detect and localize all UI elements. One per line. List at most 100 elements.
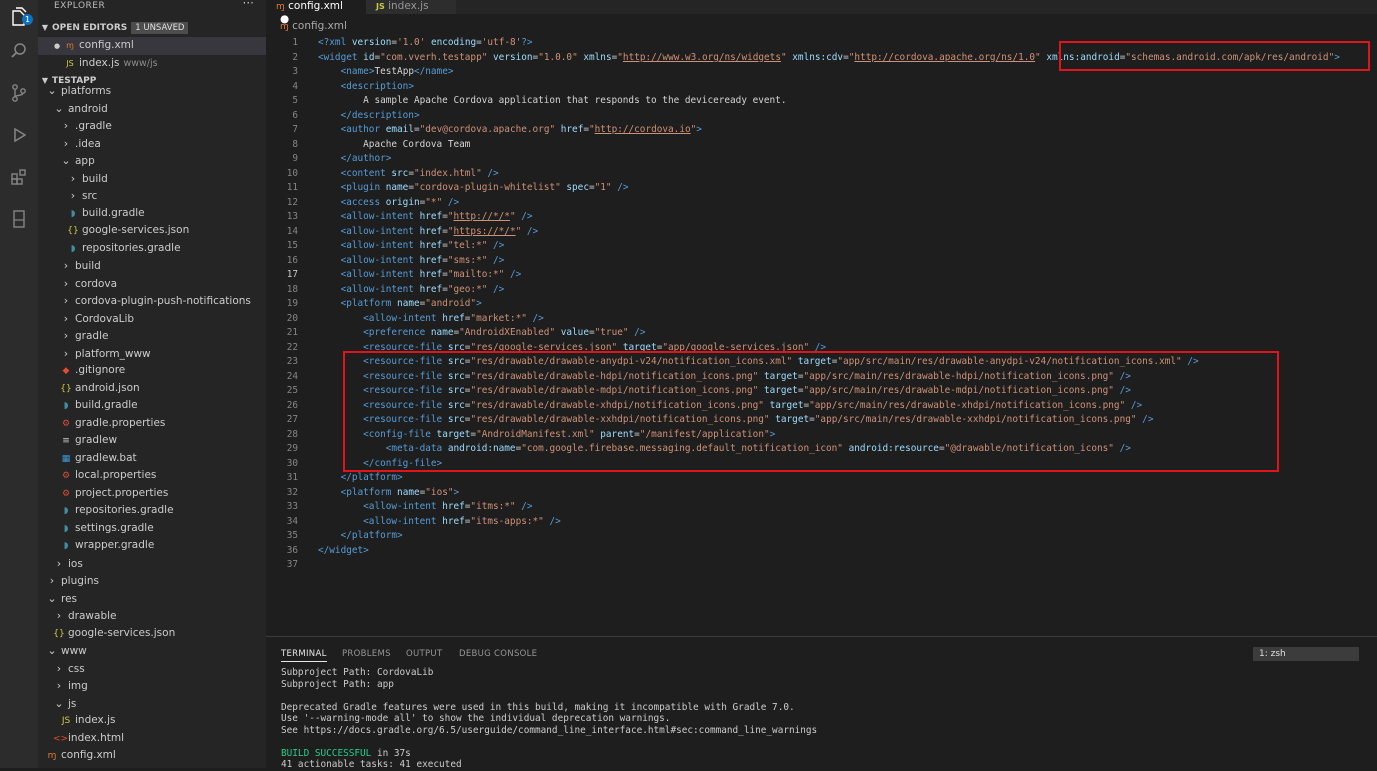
- tree-item-settings-gradle[interactable]: ◗ settings.gradle: [38, 520, 266, 538]
- line-number: 6: [292, 109, 298, 121]
- tree-item-build-gradle[interactable]: ◗ build.gradle: [38, 397, 266, 415]
- code-text: Apache Cordova Team: [318, 138, 471, 150]
- terminal-line: 41 actionable tasks: 41 executed: [281, 759, 462, 770]
- tree-item-drawable[interactable]: › drawable: [38, 607, 266, 625]
- line-number: 19: [286, 298, 298, 309]
- tree-item-label: build.gradle: [82, 206, 145, 219]
- tree-item-css[interactable]: › css: [38, 660, 266, 678]
- code-text: A sample Apache Cordova application that…: [318, 95, 787, 106]
- tree-item-label: gradle.properties: [75, 416, 166, 429]
- highlight-box-resources: [343, 351, 1279, 472]
- code-text: <name>TestApp</name>: [340, 66, 454, 77]
- tree-item-label: .gradle: [75, 120, 112, 132]
- line-number: 33: [286, 501, 298, 512]
- tree-item-gradlew-bat[interactable]: ▦ gradlew.bat: [38, 450, 266, 468]
- tree-item-label: repositories.gradle: [75, 504, 174, 516]
- gradle-icon: ◗: [70, 243, 76, 254]
- tree-item-build[interactable]: › build: [38, 170, 266, 188]
- tree-item-app[interactable]: ⌄ app: [38, 152, 266, 170]
- tree-item-label: build.gradle: [75, 399, 138, 411]
- tree-item-label: plugins: [61, 575, 99, 587]
- source-control-icon[interactable]: [0, 76, 38, 110]
- tree-item-repositories-gradle[interactable]: ◗ repositories.gradle: [38, 240, 266, 258]
- tree-item-platforms[interactable]: ⌄ platforms: [38, 82, 266, 100]
- more-actions-icon[interactable]: ···: [243, 0, 254, 10]
- tree-item-img[interactable]: › img: [38, 677, 266, 695]
- open-editors-label: OPEN EDITORS: [52, 23, 128, 33]
- line-number: 24: [286, 370, 298, 382]
- tree-item-label: gradlew.bat: [75, 451, 137, 464]
- tree-item-google-services-json[interactable]: {} google-services.json: [38, 222, 266, 240]
- chevron-right-icon: ›: [63, 276, 69, 290]
- tab-index-js[interactable]: JS index.js: [366, 0, 456, 14]
- js-icon: JS: [61, 716, 71, 726]
- tree-item-label: .idea: [75, 137, 101, 150]
- git-icon: ◆: [62, 366, 70, 376]
- code-text: <allow-intent href="tel:*" />: [340, 240, 505, 251]
- chevron-down-icon: ⌄: [47, 644, 57, 657]
- tree-item-label: app: [75, 155, 95, 167]
- tab-config-xml[interactable]: ɱ config.xml ●: [266, 0, 366, 25]
- tree-item-wrapper-gradle[interactable]: ◗ wrapper.gradle: [38, 537, 266, 555]
- tree-item-src[interactable]: › src: [38, 187, 266, 205]
- tree-item-platform-www[interactable]: › platform_www: [38, 345, 266, 363]
- tree-item-config-xml[interactable]: ɱ config.xml: [38, 747, 266, 765]
- tree-item-local-properties[interactable]: ⚙ local.properties: [38, 467, 266, 485]
- tab-terminal[interactable]: TERMINAL: [281, 649, 327, 662]
- tab-output[interactable]: OUTPUT: [406, 649, 442, 659]
- tree-item-google-services-json[interactable]: {} google-services.json: [38, 625, 266, 643]
- code-text: </platform>: [340, 472, 403, 483]
- tree-item--gitignore[interactable]: ◆ .gitignore: [38, 362, 266, 380]
- extensions-icon[interactable]: [0, 160, 38, 194]
- tree-item-gradlew[interactable]: ≡ gradlew: [38, 432, 266, 450]
- open-editor-item[interactable]: ● ɱ config.xml: [38, 37, 266, 55]
- tree-item-index-html[interactable]: <>index.html: [38, 730, 266, 748]
- terminal-select[interactable]: 1: zsh: [1253, 647, 1359, 661]
- notebook-icon[interactable]: [0, 202, 38, 236]
- terminal-line: Deprecated Gradle features were used in …: [281, 701, 795, 713]
- editor-area: ɱ config.xml ● JS index.js ɱ config.xml …: [266, 0, 1377, 636]
- line-number: 25: [286, 385, 298, 396]
- breadcrumb[interactable]: ɱ config.xml: [280, 20, 347, 32]
- tree-item-label: CordovaLib: [75, 312, 135, 325]
- line-number: 29: [286, 443, 298, 454]
- code-text: <?xml version='1.0' encoding='utf-8'?>: [318, 37, 533, 48]
- tree-item-android-json[interactable]: {} android.json: [38, 380, 266, 398]
- tree-item-gradle-properties[interactable]: ⚙ gradle.properties: [38, 415, 266, 433]
- files-icon[interactable]: 1: [0, 0, 38, 34]
- line-number: 26: [286, 399, 298, 411]
- code-text: <allow-intent href="itms:*" />: [363, 501, 533, 512]
- tree-item-ios[interactable]: › ios: [38, 555, 266, 573]
- line-number: 8: [292, 138, 298, 150]
- search-icon[interactable]: [0, 34, 38, 68]
- tree-item-plugins[interactable]: › plugins: [38, 572, 266, 590]
- close-icon[interactable]: ●: [54, 38, 64, 56]
- tree-item-project-properties[interactable]: ⚙ project.properties: [38, 485, 266, 503]
- tree-item-cordova-plugin-push-notifications[interactable]: › cordova-plugin-push-notifications: [38, 292, 266, 310]
- run-debug-icon[interactable]: [0, 118, 38, 152]
- tree-item-build[interactable]: › build: [38, 257, 266, 275]
- tree-item-www[interactable]: ⌄ www: [38, 642, 266, 660]
- tree-item-index-js[interactable]: JS index.js: [38, 712, 266, 730]
- tab-debug-console[interactable]: DEBUG CONSOLE: [459, 649, 537, 659]
- tab-problems[interactable]: PROBLEMS: [342, 649, 391, 659]
- tree-item-label: .gitignore: [75, 364, 126, 376]
- tree-item-cordova[interactable]: › cordova: [38, 275, 266, 293]
- code-text: <allow-intent href="mailto:*" />: [340, 269, 522, 280]
- chevron-right-icon: ›: [63, 346, 69, 360]
- tree-item-cordovalib[interactable]: › CordovaLib: [38, 310, 266, 328]
- open-editor-item[interactable]: JS index.js www/js: [38, 55, 266, 73]
- open-editors-header[interactable]: ▼ OPEN EDITORS 1 UNSAVED: [38, 20, 266, 36]
- tree-item-gradle[interactable]: › gradle: [38, 327, 266, 345]
- tree-item-android[interactable]: ⌄ android: [38, 100, 266, 118]
- tree-item-res[interactable]: ⌄ res: [38, 590, 266, 608]
- tree-item--gradle[interactable]: › .gradle: [38, 117, 266, 135]
- gradle-icon: ◗: [63, 523, 69, 534]
- tree-item-js[interactable]: ⌄ js: [38, 695, 266, 713]
- tree-item-repositories-gradle[interactable]: ◗ repositories.gradle: [38, 502, 266, 520]
- tree-item-build-gradle[interactable]: ◗ build.gradle: [38, 205, 266, 223]
- tree-item--idea[interactable]: › .idea: [38, 135, 266, 153]
- code-text: </platform>: [340, 530, 403, 541]
- json-icon: {}: [60, 383, 72, 394]
- breadcrumb-file[interactable]: config.xml: [292, 20, 347, 32]
